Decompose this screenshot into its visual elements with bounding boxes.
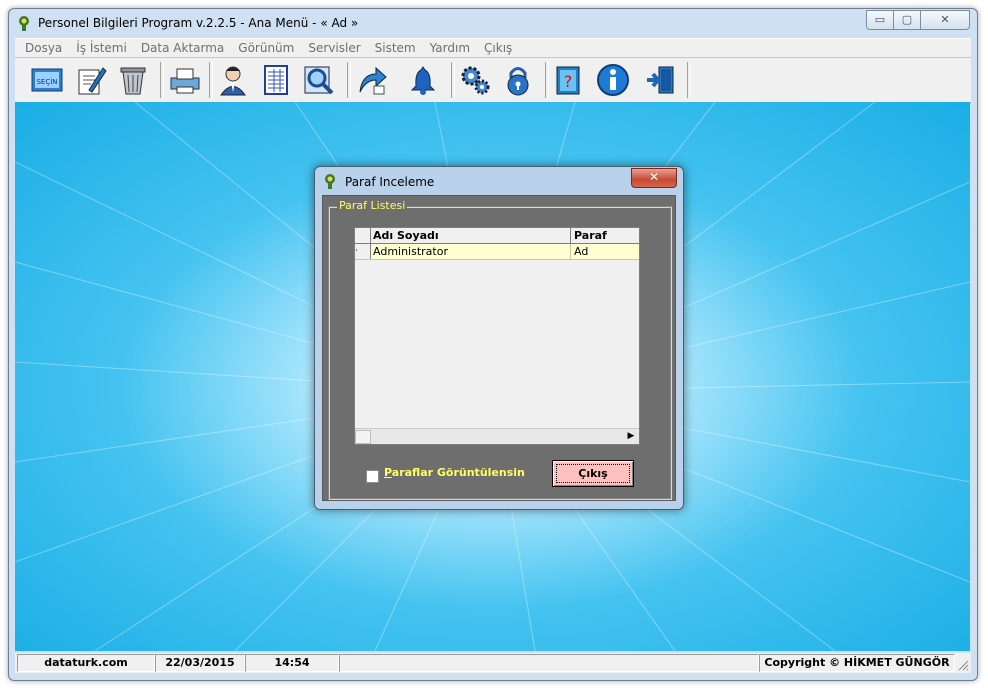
- user-icon[interactable]: [215, 63, 251, 97]
- svg-text:?: ?: [564, 72, 573, 91]
- status-site: dataturk.com: [17, 654, 155, 672]
- app-logo-icon: [19, 16, 29, 31]
- table-row[interactable]: · Administrator Ad: [355, 244, 639, 260]
- toolbar-separator: [687, 62, 691, 98]
- bell-icon[interactable]: [405, 63, 441, 97]
- maximize-button[interactable]: ▢: [893, 10, 921, 30]
- toolbar: SEÇİN ?: [15, 57, 971, 103]
- paraf-listesi-group: Paraf Listesi Adı Soyadı Paraf · Adminis…: [328, 199, 672, 500]
- paraf-inceleme-dialog: Paraf Inceleme ✕ Paraf Listesi Adı Soyad…: [314, 166, 684, 510]
- menu-servisler[interactable]: Servisler: [301, 39, 367, 58]
- horizontal-scrollbar[interactable]: ▶: [355, 428, 639, 444]
- column-header-paraf[interactable]: Paraf: [571, 228, 637, 243]
- dialog-body: Paraf Listesi Adı Soyadı Paraf · Adminis…: [322, 195, 676, 501]
- cell-paraf[interactable]: Ad: [571, 244, 637, 259]
- secin-icon[interactable]: SEÇİN: [29, 63, 65, 97]
- menu-gorunum[interactable]: Görünüm: [231, 39, 301, 58]
- menu-bar: Dosya İş İstemi Data Aktarma Görünüm Servisl…: [15, 38, 971, 58]
- toolbar-separator: [209, 62, 213, 98]
- title-bar[interactable]: Personel Bilgileri Program v.2.2.5 - Ana…: [9, 9, 977, 37]
- toolbar-separator: [545, 62, 549, 98]
- scroll-right-arrow-icon[interactable]: ▶: [625, 429, 637, 444]
- cikis-button[interactable]: Çıkış: [552, 460, 634, 487]
- checkbox-label-accelerator: P: [384, 466, 392, 479]
- menu-data-aktarma[interactable]: Data Aktarma: [134, 39, 231, 58]
- checkbox-label-text: araflar Görüntülensin: [391, 466, 525, 479]
- toolbar-separator: [160, 62, 164, 98]
- menu-sistem[interactable]: Sistem: [368, 39, 423, 58]
- menu-yardim[interactable]: Yardım: [423, 39, 477, 58]
- export-arrow-icon[interactable]: [354, 63, 390, 97]
- menu-cikis[interactable]: Çıkış: [477, 39, 519, 58]
- paraf-grid[interactable]: Adı Soyadı Paraf · Administrator Ad ▶: [354, 227, 640, 445]
- toolbar-separator: [451, 62, 455, 98]
- status-copyright: Copyright © HİKMET GÜNGÖR: [759, 654, 955, 672]
- window-title: Personel Bilgileri Program v.2.2.5 - Ana…: [38, 16, 359, 30]
- report-sheet-icon[interactable]: [258, 63, 294, 97]
- grid-header: Adı Soyadı Paraf: [355, 228, 639, 244]
- dialog-title: Paraf Inceleme: [345, 175, 435, 189]
- dialog-close-button[interactable]: ✕: [631, 168, 677, 188]
- menu-is-istemi[interactable]: İş İstemi: [69, 39, 134, 58]
- status-date: 22/03/2015: [155, 654, 245, 672]
- recycle-bin-icon[interactable]: [115, 63, 151, 97]
- group-label: Paraf Listesi: [337, 199, 408, 212]
- grid-header-indicator: [355, 228, 371, 243]
- printer-icon[interactable]: [167, 63, 203, 97]
- cikis-button-label: Çıkış: [556, 464, 630, 483]
- toolbar-separator: [347, 62, 351, 98]
- status-time: 14:54: [245, 654, 339, 672]
- lock-icon[interactable]: [500, 63, 536, 97]
- gears-icon[interactable]: [457, 63, 493, 97]
- checkbox-label: Paraflar Görüntülensin: [384, 466, 525, 479]
- resize-grip-icon[interactable]: [957, 659, 969, 671]
- minimize-button[interactable]: ▭: [866, 10, 894, 30]
- edit-document-icon[interactable]: [73, 63, 109, 97]
- help-book-icon[interactable]: ?: [551, 63, 587, 97]
- search-icon[interactable]: [301, 63, 337, 97]
- cell-adi-soyadi[interactable]: Administrator: [370, 244, 571, 259]
- close-button[interactable]: ✕: [920, 10, 970, 30]
- row-indicator: ·: [355, 244, 371, 259]
- app-logo-icon: [325, 174, 335, 189]
- exit-door-icon[interactable]: [643, 63, 679, 97]
- menu-dosya[interactable]: Dosya: [15, 39, 69, 58]
- status-bar: dataturk.com 22/03/2015 14:54 Copyright …: [15, 653, 971, 673]
- column-header-adi-soyadi[interactable]: Adı Soyadı: [370, 228, 571, 243]
- secin-label: SEÇİN: [36, 77, 57, 86]
- status-empty-panel: [339, 654, 759, 672]
- info-icon[interactable]: [595, 63, 631, 97]
- scroll-thumb[interactable]: [355, 430, 371, 444]
- paraflar-goruntulensin-checkbox[interactable]: [366, 470, 379, 483]
